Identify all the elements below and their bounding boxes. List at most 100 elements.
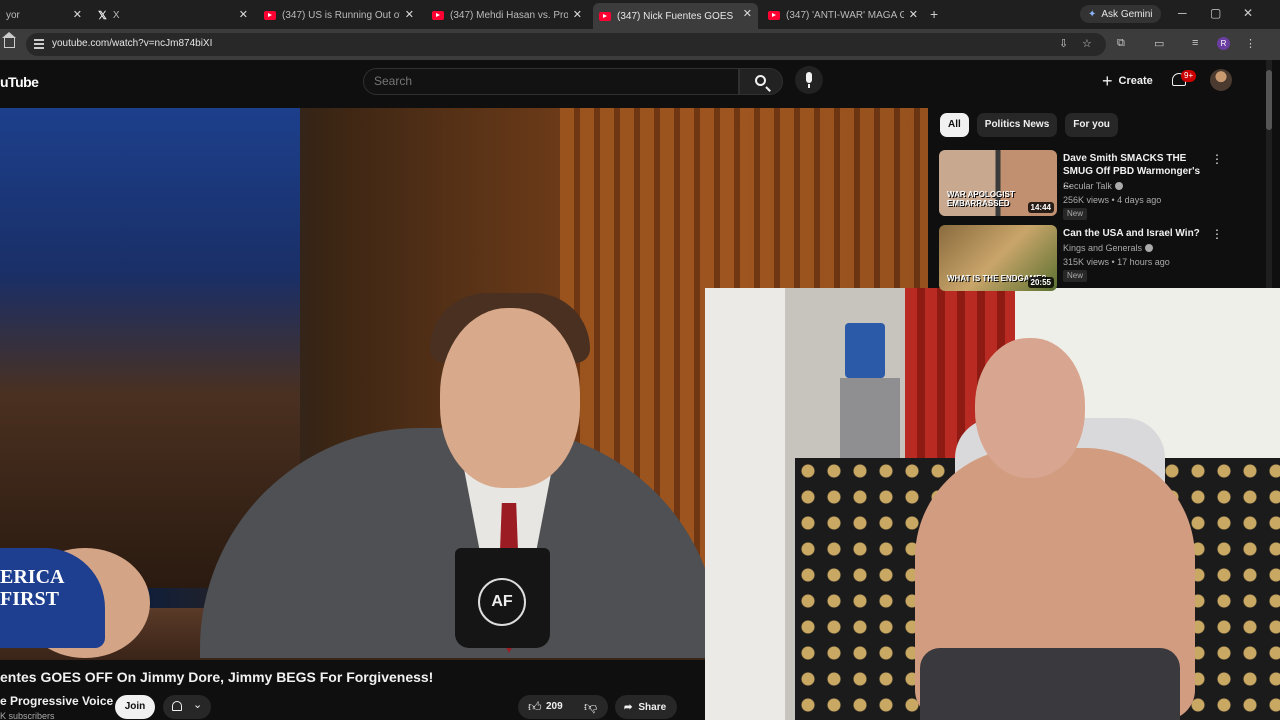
new-badge: New — [1063, 208, 1088, 220]
recommended-channel[interactable]: Kings and Generals — [1063, 243, 1154, 253]
like-count: 209 — [546, 701, 563, 712]
duration-badge: 20:55 — [1027, 277, 1054, 288]
search-input[interactable] — [374, 74, 714, 88]
media-control-icon[interactable]: ≡ — [1192, 37, 1198, 49]
recommended-video-2[interactable]: WHAT IS THE ENDGAME? 20:55 Can the USA a… — [939, 225, 1239, 295]
create-button[interactable]: + Create — [1096, 69, 1159, 93]
site-info-icon[interactable] — [34, 39, 44, 49]
youtube-icon — [264, 10, 276, 20]
webcam-overlay — [705, 288, 1280, 720]
recommended-channel[interactable]: Secular Talk — [1063, 181, 1123, 191]
video-title: entes GOES OFF On Jimmy Dore, Jimmy BEGS… — [0, 669, 434, 685]
youtube-icon — [768, 10, 780, 20]
tab-2[interactable]: (347) US is Running Out of Amr ✕ — [258, 4, 420, 26]
close-tab-icon[interactable]: ✕ — [909, 8, 918, 21]
channel-name[interactable]: e Progressive Voice — [0, 694, 113, 708]
subscriber-count: K subscribers — [0, 711, 55, 720]
bookmark-star-icon[interactable]: ☆ — [1082, 37, 1092, 50]
join-button[interactable]: Join — [115, 695, 155, 719]
extensions-icon[interactable]: ⧉ — [1117, 37, 1125, 50]
host-face — [440, 308, 580, 488]
x-icon: 𝕏 — [98, 9, 107, 22]
verified-icon — [1145, 244, 1154, 252]
recommended-video-1[interactable]: WAR APOLOGIST EMBARRASSED 14:44 Dave Smit… — [939, 150, 1239, 220]
webcam-person-shorts — [920, 648, 1180, 720]
gemini-icon: ✦ — [1088, 8, 1097, 20]
youtube-icon — [599, 11, 611, 21]
close-tab-icon[interactable]: ✕ — [73, 8, 82, 21]
screen: yor ✕ 𝕏 X ✕ (347) US is Running Out of A… — [0, 0, 1280, 720]
thumbnail-caption: WAR APOLOGIST EMBARRASSED — [947, 190, 1015, 208]
close-tab-icon[interactable]: ✕ — [239, 8, 248, 21]
minimize-icon[interactable]: ─ — [1178, 6, 1187, 20]
recommended-title[interactable]: Can the USA and Israel Win? — [1063, 227, 1203, 240]
voice-search-button[interactable] — [795, 66, 823, 94]
subscribed-notifications-button[interactable]: ⌄ — [163, 695, 211, 719]
split-view-icon[interactable]: ▭ — [1154, 37, 1164, 50]
chip-all[interactable]: All — [940, 113, 969, 137]
close-window-icon[interactable]: ✕ — [1243, 6, 1253, 20]
new-badge: New — [1063, 270, 1088, 282]
more-options-icon[interactable]: ⋮ — [1211, 152, 1223, 166]
tab-1[interactable]: 𝕏 X ✕ — [92, 4, 254, 26]
youtube-icon — [432, 10, 444, 20]
webcam-door — [705, 288, 785, 720]
install-app-icon[interactable]: ⇩ — [1059, 37, 1068, 50]
tab-3[interactable]: (347) Mehdi Hasan vs. Professo ✕ — [426, 4, 588, 26]
close-tab-icon[interactable]: ✕ — [573, 8, 582, 21]
tab-title: X — [112, 9, 120, 21]
verified-icon — [1114, 182, 1123, 190]
video-thumbnail[interactable]: WAR APOLOGIST EMBARRASSED 14:44 — [939, 150, 1057, 216]
url-text[interactable]: youtube.com/watch?v=ncJm874biXI — [52, 38, 212, 49]
maximize-icon[interactable]: ▢ — [1210, 6, 1221, 20]
ask-gemini-button[interactable]: ✦ Ask Gemini — [1080, 5, 1161, 23]
chip-politics-news[interactable]: Politics News — [976, 113, 1058, 137]
new-tab-button[interactable]: + — [930, 6, 938, 22]
browser-profile-avatar[interactable]: R — [1217, 37, 1230, 50]
share-button[interactable]: ➦ Share — [615, 695, 677, 719]
create-label: Create — [1118, 75, 1153, 87]
mug-logo: AF — [478, 578, 526, 626]
chevron-down-icon: ⌄ — [193, 699, 203, 711]
close-tab-icon[interactable]: ✕ — [743, 7, 752, 20]
cap-text: ERICA FIRST — [0, 566, 65, 610]
tab-5[interactable]: (347) 'ANTI-WAR' MAGA Grifte ✕ — [762, 4, 924, 26]
filter-chips: All Politics News For you — [940, 113, 1118, 137]
more-options-icon[interactable]: ⋮ — [1211, 227, 1223, 241]
browser-tab-strip: yor ✕ 𝕏 X ✕ (347) US is Running Out of A… — [0, 0, 1280, 29]
like-dislike-bar: 👍︎ 209 👎︎ — [518, 695, 608, 719]
account-avatar[interactable] — [1210, 69, 1232, 91]
search-box[interactable] — [363, 68, 739, 95]
youtube-logo[interactable]: uTube — [0, 74, 39, 90]
youtube-header: uTube + Create — [0, 60, 1260, 108]
webcam-person-head — [975, 338, 1085, 478]
search-icon — [755, 75, 766, 86]
bell-icon — [172, 701, 182, 711]
share-label: Share — [638, 701, 667, 713]
home-icon[interactable] — [2, 32, 16, 48]
recommended-meta: 256K views • 4 days ago — [1063, 195, 1162, 205]
notification-badge: 9+ — [1181, 70, 1197, 82]
plus-icon: + — [1102, 71, 1113, 91]
webcam-bottles — [845, 323, 885, 378]
gemini-label: Ask Gemini — [1101, 8, 1153, 20]
video-thumbnail[interactable]: WHAT IS THE ENDGAME? 20:55 — [939, 225, 1057, 291]
search-button[interactable] — [739, 68, 783, 95]
browser-menu-icon[interactable]: ⋮ — [1245, 37, 1256, 50]
tab-title: (347) US is Running Out of Amr — [282, 9, 400, 21]
tab-title: (347) Nick Fuentes GOES OFF O — [617, 10, 735, 22]
recommended-meta: 315K views • 17 hours ago — [1063, 257, 1170, 267]
dislike-thumb-icon[interactable]: 👎︎ — [584, 699, 597, 715]
address-bar-row: youtube.com/watch?v=ncJm874biXI ⇩ ☆ ⧉ ▭ … — [0, 29, 1280, 60]
tab-title: (347) 'ANTI-WAR' MAGA Grifte — [786, 9, 904, 21]
chip-for-you[interactable]: For you — [1065, 113, 1118, 137]
like-thumb-icon[interactable]: 👍︎ — [528, 699, 542, 715]
share-arrow-icon: ➦ — [624, 701, 633, 713]
tab-title: (347) Mehdi Hasan vs. Professo — [450, 9, 568, 21]
tab-4-active[interactable]: (347) Nick Fuentes GOES OFF O ✕ — [593, 3, 758, 29]
close-tab-icon[interactable]: ✕ — [405, 8, 414, 21]
tab-title: yor — [6, 9, 20, 21]
tab-0[interactable]: yor ✕ — [0, 4, 88, 26]
scrollbar-thumb[interactable] — [1266, 70, 1272, 130]
duration-badge: 14:44 — [1027, 202, 1054, 213]
